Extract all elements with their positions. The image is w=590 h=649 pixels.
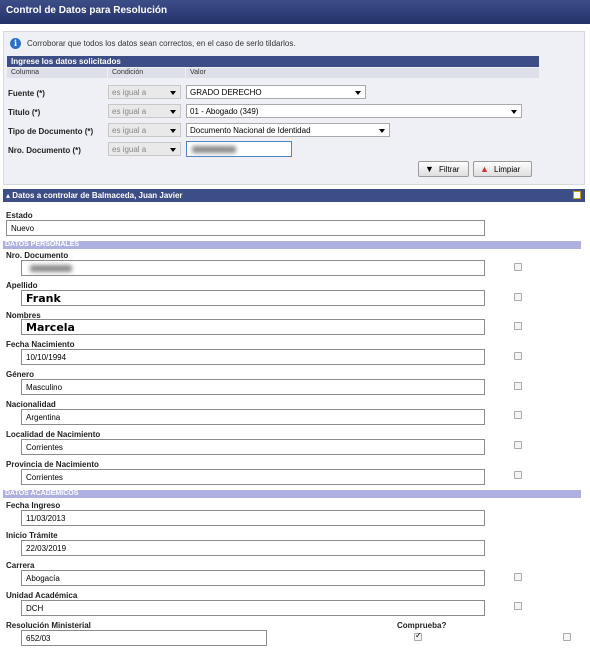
column-header-columna: Columna xyxy=(7,68,107,78)
genero-label: Género xyxy=(6,370,35,379)
fecha-ingreso-label: Fecha Ingreso xyxy=(6,501,61,510)
personal-data-header: DATOS PERSONALES xyxy=(3,241,581,249)
info-text: Corroborar que todos los datos sean corr… xyxy=(27,39,296,48)
resolucion-ministerial-check[interactable] xyxy=(563,633,571,641)
chevron-down-icon xyxy=(511,110,517,114)
condition-select-fuente[interactable]: es igual a xyxy=(108,85,181,99)
nacionalidad-field[interactable]: Argentina xyxy=(21,409,485,425)
apellido-field[interactable]: Frank xyxy=(21,290,485,306)
section-header: ▴ Datos a controlar de Balmaceda, Juan J… xyxy=(3,189,585,202)
unidad-academica-check[interactable] xyxy=(514,602,522,610)
funnel-icon: ▼ xyxy=(425,164,434,174)
filter-label-fuente: Fuente (*) xyxy=(8,89,45,98)
comprueba-label: Comprueba? xyxy=(397,621,447,630)
chevron-down-icon xyxy=(355,91,361,95)
info-icon: i xyxy=(10,38,21,49)
column-header-condicion: Condición xyxy=(108,68,185,78)
academic-data-header: DATOS ACADEMICOS xyxy=(3,490,581,498)
resolucion-ministerial-label: Resolución Ministerial xyxy=(6,621,91,630)
comprueba-checkbox[interactable] xyxy=(414,631,422,641)
tipo-documento-select[interactable]: Documento Nacional de Identidad xyxy=(186,123,390,137)
redacted-value xyxy=(30,265,72,272)
fecha-nacimiento-field[interactable]: 10/10/1994 xyxy=(21,349,485,365)
fecha-ingreso-field[interactable]: 11/03/2013 xyxy=(21,510,485,526)
eraser-icon: ▲ xyxy=(480,164,489,174)
fuente-value: GRADO DERECHO xyxy=(190,88,262,97)
inicio-tramite-label: Inicio Trámite xyxy=(6,531,58,540)
apellido-check[interactable] xyxy=(514,293,522,301)
provincia-nacimiento-label: Provincia de Nacimiento xyxy=(6,460,99,469)
condition-value: es igual a xyxy=(112,107,147,116)
provincia-nacimiento-field[interactable]: Corrientes xyxy=(21,469,485,485)
column-header-valor: Valor xyxy=(186,68,539,78)
condition-select-tipo-documento[interactable]: es igual a xyxy=(108,123,181,137)
carrera-field[interactable]: Abogacía xyxy=(21,570,485,586)
section-title: Datos a controlar de Balmaceda, Juan Jav… xyxy=(12,191,183,200)
unidad-academica-label: Unidad Académica xyxy=(6,591,78,600)
chevron-down-icon xyxy=(170,110,176,114)
filter-button[interactable]: ▼ Filtrar xyxy=(418,161,469,177)
genero-field[interactable]: Masculino xyxy=(21,379,485,395)
filter-panel: i Corroborar que todos los datos sean co… xyxy=(3,31,585,185)
nro-documento-input[interactable] xyxy=(186,141,292,157)
carrera-check[interactable] xyxy=(514,573,522,581)
estado-field[interactable]: Nuevo xyxy=(6,220,485,236)
titulo-value: 01 - Abogado (349) xyxy=(190,107,259,116)
chevron-down-icon xyxy=(170,91,176,95)
filter-header: Ingrese los datos solicitados xyxy=(7,56,539,67)
filter-button-label: Filtrar xyxy=(439,165,460,174)
filter-label-tipo-documento: Tipo de Documento (*) xyxy=(8,127,94,136)
condition-select-titulo[interactable]: es igual a xyxy=(108,104,181,118)
unidad-academica-field[interactable]: DCH xyxy=(21,600,485,616)
fecha-nacimiento-check[interactable] xyxy=(514,352,522,360)
chevron-down-icon xyxy=(379,129,385,133)
condition-value: es igual a xyxy=(112,126,147,135)
nombres-check[interactable] xyxy=(514,322,522,330)
estado-label: Estado xyxy=(6,211,33,220)
nacionalidad-label: Nacionalidad xyxy=(6,400,56,409)
redacted-value xyxy=(192,146,236,153)
window-title: Control de Datos para Resolución xyxy=(0,0,590,24)
condition-value: es igual a xyxy=(112,88,147,97)
localidad-nacimiento-field[interactable]: Corrientes xyxy=(21,439,485,455)
window-icon[interactable] xyxy=(573,191,581,199)
nro-documento-check[interactable] xyxy=(514,263,522,271)
chevron-down-icon xyxy=(170,129,176,133)
localidad-nacimiento-check[interactable] xyxy=(514,441,522,449)
apellido-label: Apellido xyxy=(6,281,38,290)
chevron-down-icon xyxy=(170,148,176,152)
inicio-tramite-field[interactable]: 22/03/2019 xyxy=(21,540,485,556)
collapse-icon[interactable]: ▴ xyxy=(6,191,10,200)
condition-value: es igual a xyxy=(112,145,147,154)
clear-button[interactable]: ▲ Limpiar xyxy=(473,161,532,177)
provincia-nacimiento-check[interactable] xyxy=(514,471,522,479)
condition-select-nro-documento[interactable]: es igual a xyxy=(108,142,181,156)
resolucion-ministerial-field[interactable]: 652/03 xyxy=(21,630,267,646)
filter-label-nro-documento: Nro. Documento (*) xyxy=(8,146,81,155)
tipo-documento-value: Documento Nacional de Identidad xyxy=(190,126,311,135)
localidad-nacimiento-label: Localidad de Nacimiento xyxy=(6,430,101,439)
nombres-field[interactable]: Marcela xyxy=(21,319,485,335)
genero-check[interactable] xyxy=(514,382,522,390)
fecha-nacimiento-label: Fecha Nacimiento xyxy=(6,340,75,349)
fuente-select[interactable]: GRADO DERECHO xyxy=(186,85,366,99)
nro-documento-field[interactable] xyxy=(21,260,485,276)
titulo-select[interactable]: 01 - Abogado (349) xyxy=(186,104,522,118)
filter-label-titulo: Titulo (*) xyxy=(8,108,41,117)
clear-button-label: Limpiar xyxy=(494,165,521,174)
carrera-label: Carrera xyxy=(6,561,35,570)
nro-documento-label: Nro. Documento xyxy=(6,251,69,260)
nacionalidad-check[interactable] xyxy=(514,411,522,419)
